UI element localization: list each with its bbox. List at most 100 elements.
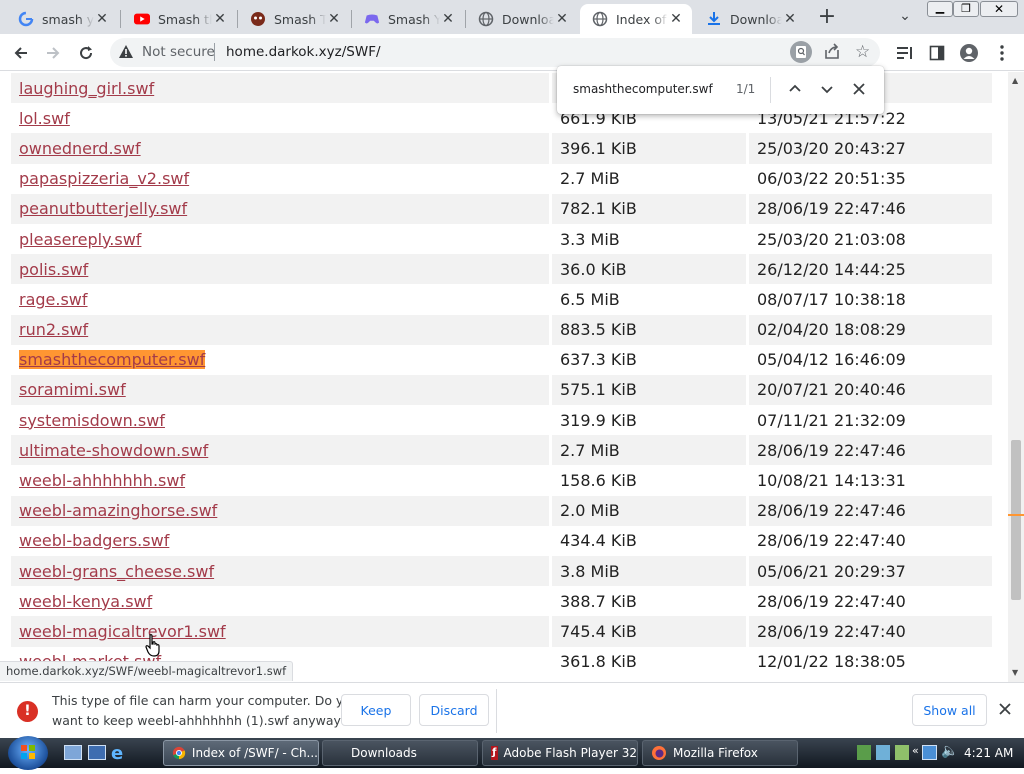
forward-button[interactable] bbox=[39, 39, 67, 67]
file-link[interactable]: weebl-magicaltrevor1.swf bbox=[19, 622, 226, 641]
file-date-cell: 10/08/21 14:13:31 bbox=[749, 465, 992, 496]
file-link[interactable]: systemisdown.swf bbox=[19, 411, 165, 430]
table-row: pleasereply.swf 3.3 MiB 25/03/20 21:03:08 bbox=[11, 223, 992, 255]
close-icon[interactable]: ✕ bbox=[94, 11, 110, 27]
tab-1[interactable]: smash yo ✕ bbox=[6, 4, 118, 34]
file-name-cell: ultimate-showdown.swf bbox=[11, 435, 549, 466]
minimize-button[interactable]: ▁ bbox=[927, 1, 953, 17]
file-date-cell: 25/03/20 20:43:27 bbox=[749, 133, 992, 164]
file-name-cell: pleasereply.swf bbox=[11, 223, 549, 255]
file-date-cell: 07/11/21 21:32:09 bbox=[749, 405, 992, 436]
tab-label: Smash Th bbox=[274, 11, 326, 27]
file-date-cell: 02/04/20 18:08:29 bbox=[749, 314, 992, 345]
file-link[interactable]: ownednerd.swf bbox=[19, 139, 141, 158]
close-icon[interactable]: ✕ bbox=[440, 11, 456, 27]
find-in-page-icon[interactable] bbox=[790, 41, 812, 63]
reading-list-icon[interactable] bbox=[891, 39, 919, 67]
taskbar-item-flash[interactable]: ƒ Adobe Flash Player 32 bbox=[482, 740, 638, 766]
reload-button[interactable] bbox=[72, 39, 100, 67]
tray-app-icon[interactable] bbox=[876, 745, 890, 760]
file-link[interactable]: weebl-kenya.swf bbox=[19, 592, 152, 611]
scroll-up-arrow-icon[interactable]: ▲ bbox=[1012, 76, 1018, 85]
tab-label: Downloa bbox=[730, 11, 782, 27]
file-link[interactable]: pleasereply.swf bbox=[19, 230, 141, 249]
network-icon[interactable] bbox=[922, 745, 937, 760]
tray-overflow-chevron-icon[interactable]: « bbox=[912, 744, 919, 757]
find-previous-button[interactable] bbox=[786, 80, 804, 102]
download-shelf: ! This type of file can harm your comput… bbox=[0, 682, 1024, 738]
file-size-cell: 2.7 MiB bbox=[552, 435, 746, 466]
restore-button[interactable]: ❐ bbox=[953, 1, 979, 17]
file-size-cell: 6.5 MiB bbox=[552, 284, 746, 315]
tab-4[interactable]: Smash Yo ✕ bbox=[352, 4, 464, 34]
file-date-cell: 28/06/19 22:47:40 bbox=[749, 616, 992, 647]
close-icon[interactable]: ✕ bbox=[554, 11, 570, 27]
show-all-button[interactable]: Show all bbox=[912, 694, 987, 726]
warning-triangle-icon[interactable] bbox=[118, 44, 134, 64]
file-link[interactable]: weebl-badgers.swf bbox=[19, 531, 169, 550]
file-link[interactable]: lol.swf bbox=[19, 109, 70, 128]
file-link[interactable]: weebl-amazinghorse.swf bbox=[19, 501, 217, 520]
profile-avatar-icon[interactable] bbox=[955, 39, 983, 67]
file-link[interactable]: soramimi.swf bbox=[19, 380, 126, 399]
clock[interactable]: 4:21 AM bbox=[964, 746, 1013, 760]
tab-2[interactable]: Smash th ✕ bbox=[122, 4, 236, 34]
file-link[interactable]: smashthecomputer.swf bbox=[19, 350, 206, 370]
share-icon[interactable] bbox=[823, 43, 841, 65]
close-icon[interactable]: ✕ bbox=[668, 11, 684, 27]
taskbar-item-firefox[interactable]: Mozilla Firefox bbox=[642, 740, 798, 766]
tab-search-chevron-icon[interactable]: ⌄ bbox=[893, 8, 917, 28]
file-name-cell: weebl-amazinghorse.swf bbox=[11, 495, 549, 526]
url-text[interactable]: home.darkok.xyz/SWF/ bbox=[226, 44, 381, 60]
taskbar-item-downloads[interactable]: Downloads bbox=[322, 740, 478, 766]
new-tab-button[interactable]: + bbox=[814, 5, 840, 31]
table-row: polis.swf 36.0 KiB 26/12/20 14:44:25 bbox=[11, 254, 992, 285]
start-button[interactable] bbox=[8, 736, 48, 770]
file-link[interactable]: weebl-grans_cheese.swf bbox=[19, 562, 214, 581]
table-row: rage.swf 6.5 MiB 08/07/17 10:38:18 bbox=[11, 284, 992, 315]
file-link[interactable]: laughing_girl.swf bbox=[19, 79, 154, 98]
find-input[interactable]: smashthecomputer.swf bbox=[573, 82, 713, 96]
close-icon[interactable]: ✕ bbox=[212, 11, 228, 27]
file-link[interactable]: peanutbutterjelly.swf bbox=[19, 199, 187, 218]
tray-app-icon[interactable] bbox=[895, 745, 909, 760]
tab-7[interactable]: Downloa ✕ bbox=[694, 4, 806, 34]
file-link[interactable]: weebl-ahhhhhhh.swf bbox=[19, 471, 185, 490]
tab-6-active[interactable]: Index of ✕ bbox=[580, 4, 692, 34]
scrollbar-thumb[interactable] bbox=[1011, 440, 1021, 600]
file-size-cell: 319.9 KiB bbox=[552, 405, 746, 436]
tab-3[interactable]: Smash Th ✕ bbox=[238, 4, 350, 34]
close-download-shelf-button[interactable] bbox=[996, 700, 1014, 722]
show-desktop-icon[interactable] bbox=[64, 745, 82, 760]
taskbar-item-chrome[interactable]: Index of /SWF/ - Ch... bbox=[163, 740, 319, 766]
volume-icon[interactable]: 🔈 bbox=[941, 743, 958, 759]
file-size-cell: 388.7 KiB bbox=[552, 586, 746, 617]
find-next-button[interactable] bbox=[818, 80, 836, 102]
discard-button[interactable]: Discard bbox=[419, 694, 489, 726]
tray-app-icon[interactable] bbox=[857, 745, 871, 760]
address-bar[interactable]: Not secure home.darkok.xyz/SWF/ ☆ bbox=[110, 38, 880, 67]
find-close-button[interactable] bbox=[850, 80, 868, 102]
side-panel-icon[interactable] bbox=[923, 39, 951, 67]
chrome-icon bbox=[172, 746, 186, 760]
vertical-scrollbar[interactable]: ▲ ▼ bbox=[1008, 72, 1024, 682]
file-link[interactable]: rage.swf bbox=[19, 290, 88, 309]
file-link[interactable]: ultimate-showdown.swf bbox=[19, 441, 208, 460]
security-label[interactable]: Not secure bbox=[142, 44, 215, 60]
table-row: peanutbutterjelly.swf 782.1 KiB 28/06/19 2… bbox=[11, 193, 992, 224]
scroll-down-arrow-icon[interactable]: ▼ bbox=[1012, 668, 1018, 677]
keep-button[interactable]: Keep bbox=[341, 694, 411, 726]
tab-5[interactable]: Downloa ✕ bbox=[466, 4, 578, 34]
file-link[interactable]: polis.swf bbox=[19, 260, 88, 279]
tab-label: smash yo bbox=[42, 11, 94, 27]
menu-kebab-icon[interactable] bbox=[988, 39, 1016, 67]
close-icon[interactable]: ✕ bbox=[782, 11, 798, 27]
close-icon[interactable]: ✕ bbox=[326, 11, 342, 27]
file-link[interactable]: papaspizzeria_v2.swf bbox=[19, 169, 189, 188]
file-link[interactable]: run2.swf bbox=[19, 320, 88, 339]
switch-windows-icon[interactable] bbox=[88, 745, 106, 760]
bookmark-star-icon[interactable]: ☆ bbox=[855, 42, 870, 62]
window-close-button[interactable]: ✕ bbox=[980, 1, 1018, 17]
internet-explorer-icon[interactable]: e bbox=[111, 743, 123, 764]
back-button[interactable] bbox=[7, 39, 35, 67]
